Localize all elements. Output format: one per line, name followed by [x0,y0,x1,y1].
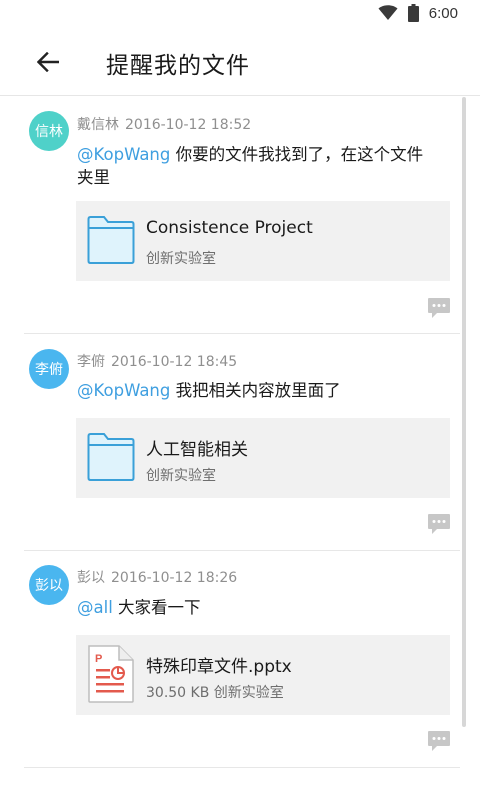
mention-post: 彭以 彭以 2016-10-12 18:26 @all 大家看一下 P 特殊印章文… [0,551,470,767]
mention-link[interactable]: @KopWang [77,145,170,164]
message-text-line2: 夹里 [77,168,110,187]
message-text: 你要的文件我找到了，在这个文件 [170,145,424,164]
app-bar: 提醒我的文件 [0,28,480,96]
author-name: 彭以 [77,570,105,586]
mention-feed[interactable]: 信林 戴信林 2016-10-12 18:52 @KopWang 你要的文件我找到… [0,97,480,800]
avatar[interactable]: 彭以 [29,565,69,605]
file-card[interactable]: P 特殊印章文件.pptx 30.50 KB 创新实验室 [76,635,450,715]
status-time: 6:00 [428,4,458,22]
message-text: 大家看一下 [112,598,201,617]
comment-icon[interactable] [427,513,451,535]
file-meta: 创新实验室 [146,251,216,267]
avatar[interactable]: 李俯 [29,349,69,389]
post-timestamp: 2016-10-12 18:26 [111,570,238,586]
arrow-left-icon [37,52,59,72]
avatar[interactable]: 信林 [29,111,69,151]
folder-icon [87,433,135,481]
mention-link[interactable]: @KopWang [77,381,170,400]
file-name: 特殊印章文件.pptx [146,657,292,677]
post-divider [24,767,460,768]
svg-text:P: P [95,653,102,665]
message-text: 我把相关内容放里面了 [170,381,341,400]
post-message: @all 大家看一下 [77,596,457,619]
folder-icon [87,216,135,264]
post-meta: 彭以 2016-10-12 18:26 [77,567,237,587]
status-icons: 6:00 [378,4,458,22]
post-message: @KopWang 我把相关内容放里面了 [77,379,457,402]
author-name: 戴信林 [77,117,119,133]
file-meta: 30.50 KB 创新实验室 [146,685,284,701]
file-name: 人工智能相关 [146,440,248,460]
post-timestamp: 2016-10-12 18:45 [111,354,238,370]
wifi-icon [378,5,398,20]
back-button[interactable] [30,46,66,78]
mention-post: 信林 戴信林 2016-10-12 18:52 @KopWang 你要的文件我找到… [0,97,470,333]
mention-link[interactable]: @all [77,598,113,617]
author-name: 李俯 [77,354,105,370]
battery-icon [407,4,419,22]
comment-icon[interactable] [427,730,451,752]
status-bar: 6:00 [0,0,480,28]
mention-post: 李俯 李俯 2016-10-12 18:45 @KopWang 我把相关内容放里面… [0,334,470,550]
file-card[interactable]: Consistence Project 创新实验室 [76,201,450,281]
post-meta: 李俯 2016-10-12 18:45 [77,351,237,371]
comment-icon[interactable] [427,297,451,319]
file-name: Consistence Project [146,218,313,238]
file-card[interactable]: 人工智能相关 创新实验室 [76,418,450,498]
post-message: @KopWang 你要的文件我找到了，在这个文件 夹里 [77,143,457,189]
file-meta: 创新实验室 [146,468,216,484]
post-meta: 戴信林 2016-10-12 18:52 [77,114,251,134]
post-timestamp: 2016-10-12 18:52 [125,117,252,133]
pptx-file-icon: P [88,645,134,703]
page-title: 提醒我的文件 [106,53,250,79]
